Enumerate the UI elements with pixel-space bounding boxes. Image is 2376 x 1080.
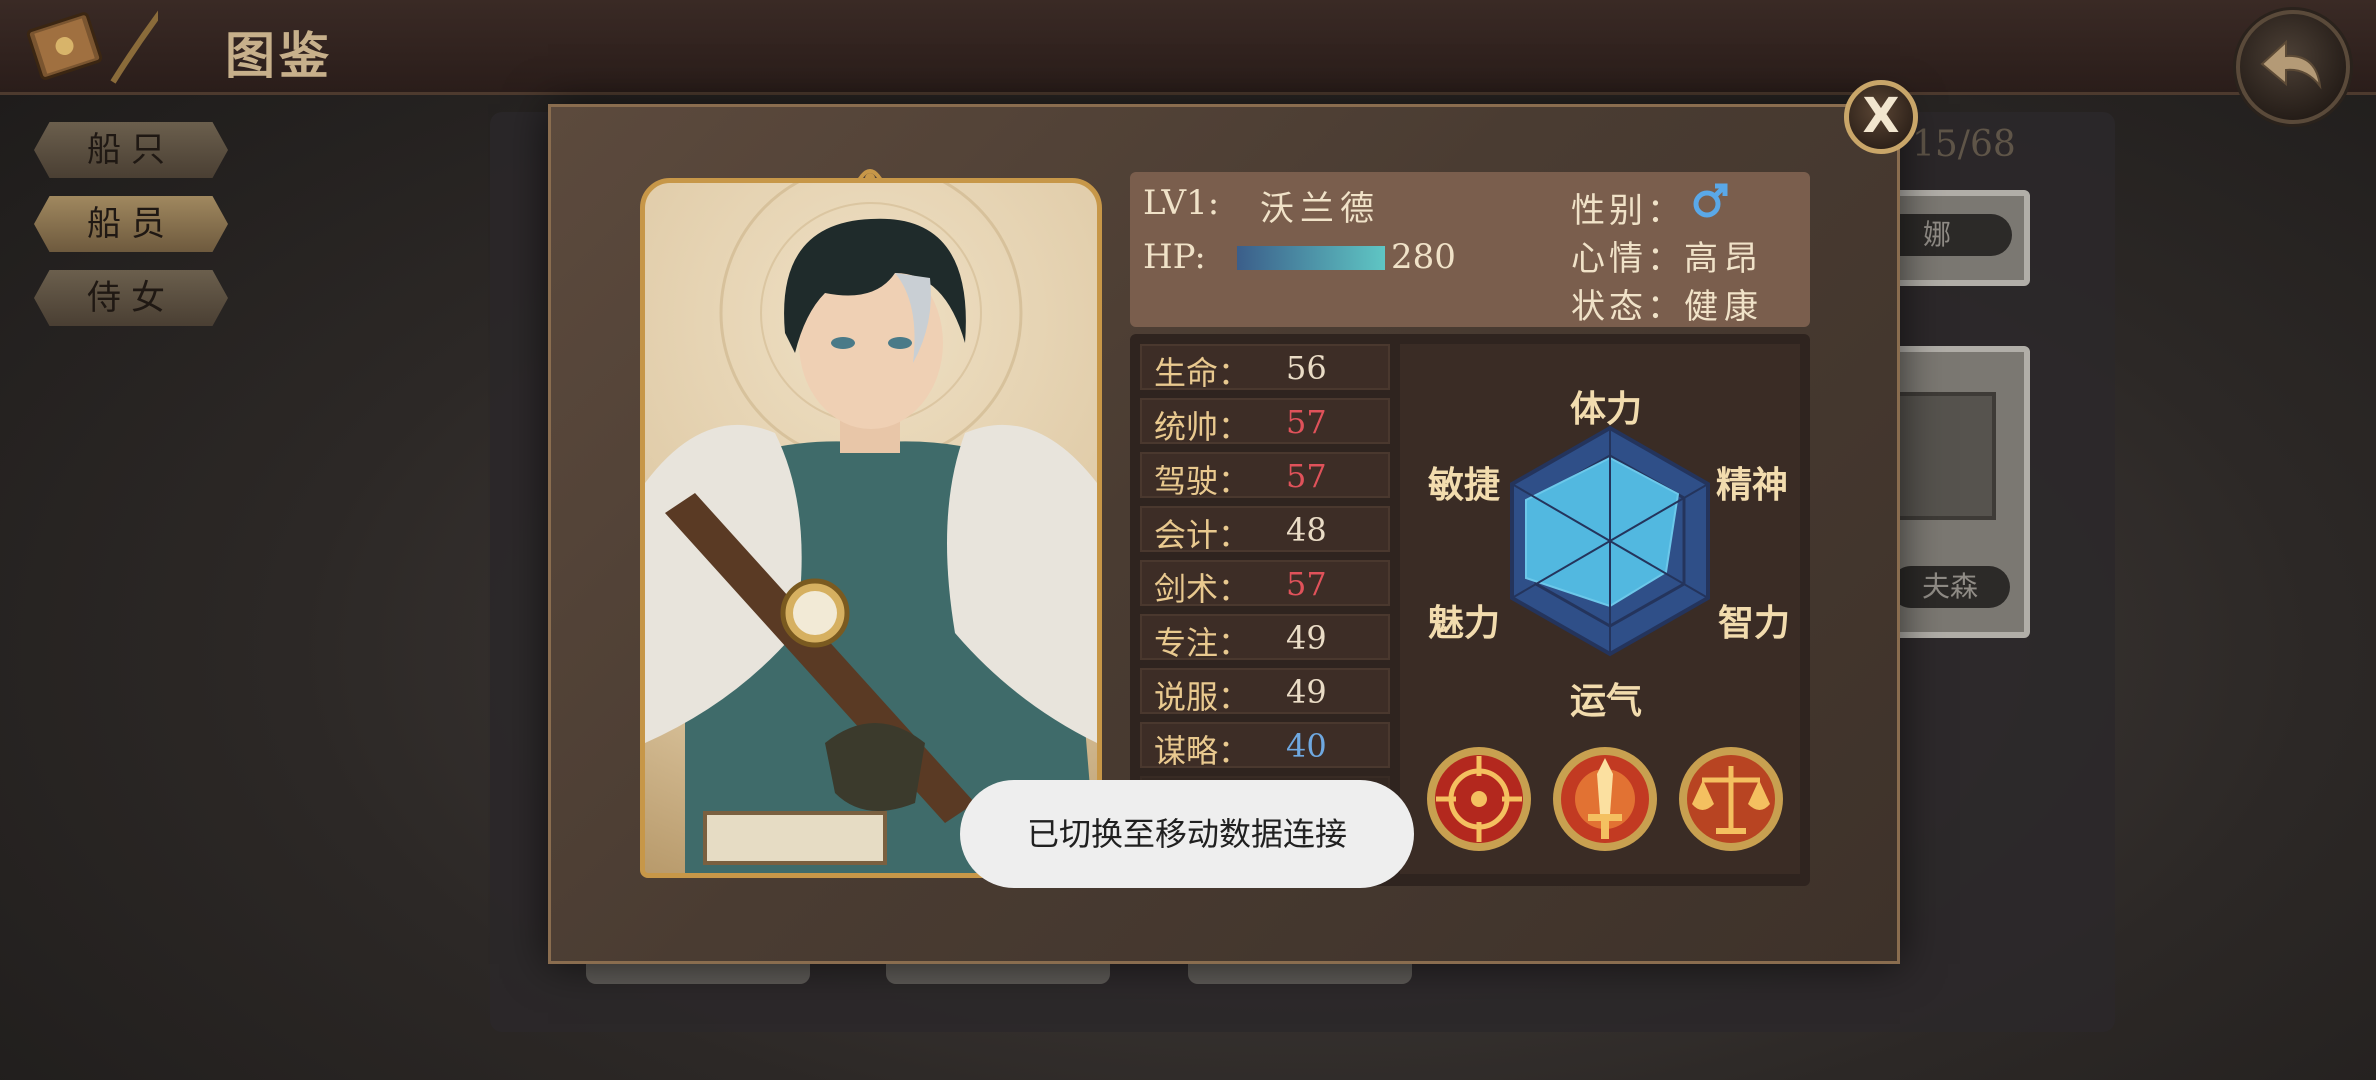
radar-label-charm: 魅力 xyxy=(1428,602,1501,644)
page-title: 图鉴 xyxy=(225,26,333,85)
radar-label-stamina: 体力 xyxy=(1570,388,1643,430)
list-tab-edge xyxy=(586,962,810,984)
mood-label: 心情： xyxy=(1571,239,1685,279)
attribute-row: 统帅： 57 xyxy=(1140,398,1390,446)
character-illustration xyxy=(645,183,1097,873)
close-icon: X xyxy=(1862,88,1900,144)
top-bar: 图鉴 xyxy=(0,0,2376,124)
attribute-value: 56 xyxy=(1286,349,1327,387)
hp-bar xyxy=(1237,246,1385,270)
sidebar-item-ships[interactable]: 船只 xyxy=(34,122,228,178)
attribute-radar-chart xyxy=(1510,425,1710,657)
male-symbol-icon xyxy=(1693,183,1728,218)
attribute-row: 剑术： 57 xyxy=(1140,560,1390,608)
sidebar-item-maids[interactable]: 侍女 xyxy=(34,270,228,326)
radar-label-spirit: 精神 xyxy=(1716,464,1789,506)
gender-label: 性别： xyxy=(1571,191,1685,231)
attribute-name: 统帅： xyxy=(1154,408,1251,446)
radar-label-agility: 敏捷 xyxy=(1428,464,1501,506)
attribute-value: 49 xyxy=(1286,673,1327,711)
status-value: 健康 xyxy=(1684,287,1764,327)
attribute-value: 40 xyxy=(1286,727,1327,765)
list-tab-edge xyxy=(1188,962,1412,984)
attribute-value: 57 xyxy=(1286,565,1327,603)
attribute-name: 生命： xyxy=(1154,354,1251,392)
attribute-name: 说服： xyxy=(1154,678,1251,716)
attribute-value: 49 xyxy=(1286,619,1327,657)
network-toast: 已切换至移动数据连接 xyxy=(960,780,1414,888)
attribute-row: 会计： 48 xyxy=(1140,506,1390,554)
attribute-row: 谋略： 40 xyxy=(1140,722,1390,770)
scales-skill-icon[interactable] xyxy=(1676,744,1786,854)
hp-label: HP: xyxy=(1143,237,1206,277)
book-icon xyxy=(26,10,158,84)
character-portrait xyxy=(640,178,1102,878)
sword-skill-icon[interactable] xyxy=(1550,744,1660,854)
character-name: 沃兰德 xyxy=(1260,189,1380,229)
back-button[interactable] xyxy=(2236,10,2350,124)
attribute-value: 57 xyxy=(1286,403,1327,441)
attribute-row: 生命： 56 xyxy=(1140,344,1390,392)
sidebar-item-crew[interactable]: 船员 xyxy=(34,196,228,252)
attribute-name: 剑术： xyxy=(1154,570,1251,608)
attribute-name: 驾驶： xyxy=(1154,462,1251,500)
level-label: LV1: xyxy=(1143,183,1220,223)
crew-card-label: 夫森 xyxy=(1890,566,2010,608)
attribute-value: 57 xyxy=(1286,457,1327,495)
hp-bar-fill xyxy=(1237,246,1385,270)
list-tab-edge xyxy=(886,962,1110,984)
attribute-value: 48 xyxy=(1286,511,1327,549)
target-skill-icon[interactable] xyxy=(1424,744,1534,854)
radar-label-luck: 运气 xyxy=(1570,680,1643,722)
attribute-row: 驾驶： 57 xyxy=(1140,452,1390,500)
close-button[interactable]: X xyxy=(1844,80,1918,154)
attribute-row: 说服： 49 xyxy=(1140,668,1390,716)
attribute-name: 谋略： xyxy=(1154,732,1251,770)
attribute-row: 专注： 49 xyxy=(1140,614,1390,662)
radar-label-intelligence: 智力 xyxy=(1718,602,1791,644)
attribute-name: 专注： xyxy=(1154,624,1251,662)
mood-value: 高昂 xyxy=(1684,239,1764,279)
attribute-name: 会计： xyxy=(1154,516,1251,554)
status-label: 状态： xyxy=(1571,287,1685,327)
collection-counter: 15/68 xyxy=(1912,124,2016,165)
hp-value: 280 xyxy=(1391,237,1456,277)
back-arrow-icon xyxy=(2260,39,2322,90)
